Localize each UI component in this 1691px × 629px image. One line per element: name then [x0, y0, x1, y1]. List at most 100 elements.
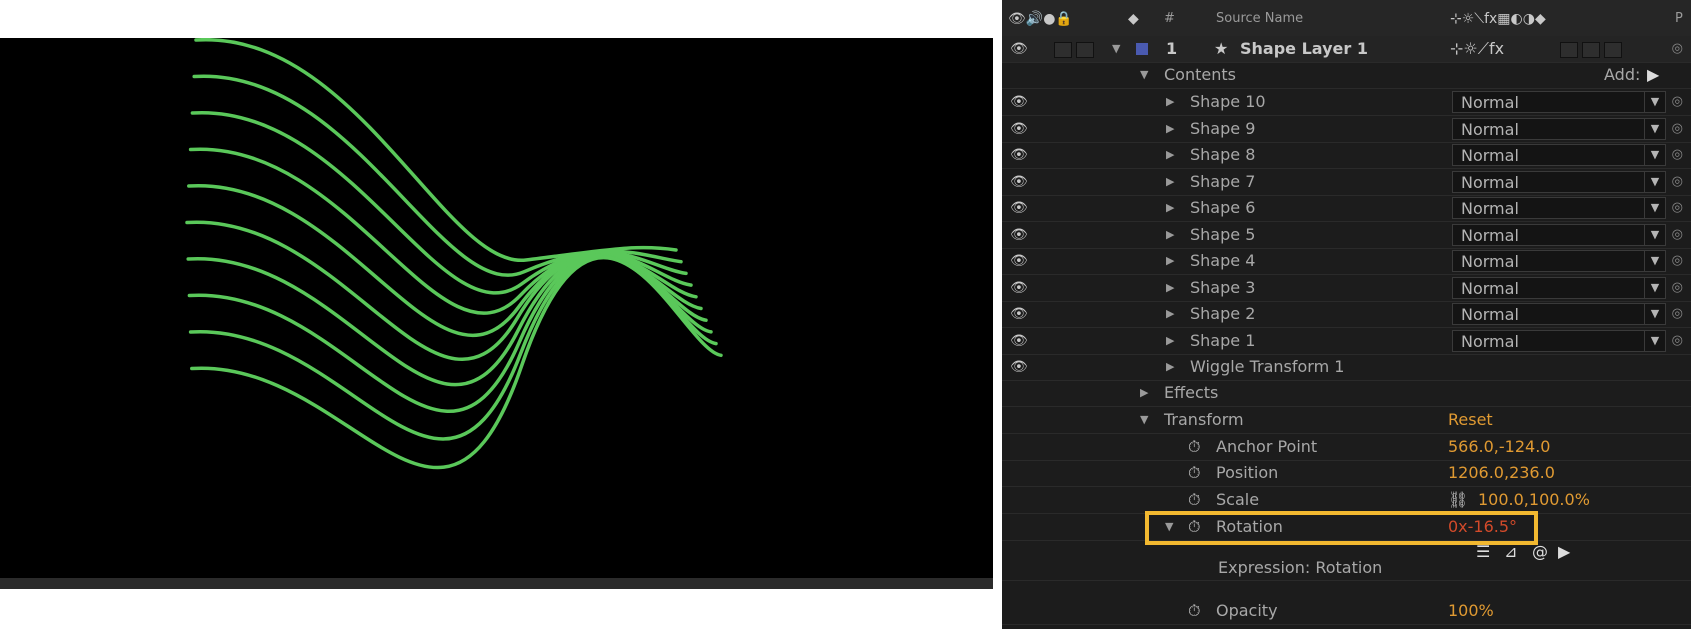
label-color-swatch[interactable] [1136, 43, 1148, 55]
viewer-scroll-bar[interactable] [0, 578, 993, 589]
shape-row[interactable]: 👁 ▶ Shape 2 Normal ▼ ◎ [1002, 301, 1691, 328]
chevron-down-icon[interactable]: ▼ [1644, 171, 1665, 192]
shape-row[interactable]: 👁 ▶ Shape 10 Normal ▼ ◎ [1002, 89, 1691, 116]
motion-blur-box[interactable] [1560, 42, 1578, 58]
blend-mode-select[interactable]: Normal ▼ [1452, 197, 1666, 219]
chevron-down-icon[interactable]: ▼ [1644, 118, 1665, 139]
chevron-right-icon[interactable]: ▶ [1166, 148, 1174, 161]
transform-row[interactable]: ▼ Transform Reset [1002, 407, 1691, 434]
shape-row[interactable]: 👁 ▶ Shape 3 Normal ▼ ◎ [1002, 275, 1691, 302]
eye-icon[interactable]: 👁 [1010, 200, 1028, 216]
eye-icon[interactable]: 👁 [1010, 94, 1028, 110]
blend-mode-select[interactable]: Normal ▼ [1452, 329, 1666, 352]
blend-mode-select[interactable]: Normal ▼ [1452, 170, 1666, 193]
parent-pick-icon[interactable]: ◎ [1672, 94, 1683, 109]
wiggle-row[interactable]: 👁 ▶ Wiggle Transform 1 [1002, 354, 1691, 381]
chevron-down-icon[interactable]: ▼ [1644, 198, 1665, 218]
shape-row[interactable]: 👁 ▶ Shape 9 Normal ▼ ◎ [1002, 116, 1691, 143]
stopwatch-icon[interactable]: ⏱ [1188, 601, 1200, 621]
chevron-right-icon[interactable]: ▶ [1140, 386, 1148, 399]
eye-icon[interactable]: 👁 [1010, 174, 1028, 190]
blend-mode-select[interactable]: Normal ▼ [1452, 144, 1666, 166]
stopwatch-icon[interactable]: ⏱ [1188, 490, 1200, 510]
chevron-right-icon[interactable]: ▶ [1166, 307, 1174, 320]
chevron-right-icon[interactable]: ▶ [1166, 201, 1174, 214]
eye-icon[interactable]: 👁 [1010, 280, 1028, 296]
shape-row[interactable]: 👁 ▶ Shape 7 Normal ▼ ◎ [1002, 169, 1691, 196]
blend-mode-select[interactable]: Normal ▼ [1452, 276, 1666, 299]
eye-icon[interactable]: 👁 [1010, 359, 1028, 375]
stopwatch-icon[interactable]: ⏱ [1188, 437, 1200, 457]
add-button[interactable]: ▶ [1647, 65, 1659, 84]
layer-row[interactable]: 👁 ▼ 1 ★ Shape Layer 1 ⊹☼⟋fx ◎ [1002, 36, 1691, 63]
eye-icon[interactable]: 👁 [1010, 253, 1028, 269]
eye-icon[interactable]: 👁 [1010, 227, 1028, 243]
chevron-right-icon[interactable]: ▶ [1166, 334, 1174, 347]
chevron-down-icon[interactable]: ▼ [1644, 92, 1665, 112]
chevron-right-icon[interactable]: ▶ [1166, 281, 1174, 294]
parent-pick-icon[interactable]: ◎ [1672, 147, 1683, 162]
parent-pick-icon[interactable]: ◎ [1672, 200, 1683, 215]
anchor-point-value[interactable]: 566.0,-124.0 [1448, 437, 1550, 456]
blend-mode-select[interactable]: Normal ▼ [1452, 117, 1666, 140]
shape-row[interactable]: 👁 ▶ Shape 8 Normal ▼ ◎ [1002, 142, 1691, 169]
stopwatch-icon[interactable]: ⏱ [1188, 463, 1200, 483]
chevron-down-icon[interactable]: ▼ [1140, 68, 1148, 81]
chevron-down-icon[interactable]: ▼ [1112, 42, 1120, 55]
3d-box[interactable] [1604, 42, 1622, 58]
effects-row[interactable]: ▶ Effects [1002, 380, 1691, 407]
blend-mode-select[interactable]: Normal ▼ [1452, 223, 1666, 246]
parent-pick-icon[interactable]: ◎ [1672, 121, 1683, 136]
eye-icon[interactable]: 👁 [1010, 121, 1028, 137]
eye-icon[interactable]: 👁 [1010, 333, 1028, 349]
position-row[interactable]: ⏱ Position 1206.0,236.0 [1002, 460, 1691, 487]
parent-pick-icon[interactable]: ◎ [1672, 306, 1683, 321]
expression-row[interactable]: Expression: Rotation ☰ ⊿ @ ▶ [1002, 540, 1691, 581]
blend-mode-select[interactable]: Normal ▼ [1452, 303, 1666, 325]
chevron-down-icon[interactable]: ▼ [1644, 330, 1665, 351]
position-value[interactable]: 1206.0,236.0 [1448, 463, 1555, 482]
chevron-right-icon[interactable]: ▶ [1166, 228, 1174, 241]
parent-pick-icon[interactable]: ◎ [1672, 333, 1683, 348]
chevron-down-icon[interactable]: ▼ [1644, 277, 1665, 298]
contents-row[interactable]: ▼ Contents Add: ▶ [1002, 62, 1691, 89]
blend-mode-select[interactable]: Normal ▼ [1452, 250, 1666, 272]
header-source-name[interactable]: Source Name [1216, 11, 1303, 26]
language-menu-icon[interactable]: ▶ [1558, 542, 1570, 561]
chevron-right-icon[interactable]: ▶ [1166, 360, 1174, 373]
blend-mode-select[interactable]: Normal ▼ [1452, 91, 1666, 113]
chevron-right-icon[interactable]: ▶ [1166, 254, 1174, 267]
scale-row[interactable]: ⏱ Scale ⛓ 100.0,100.0% [1002, 487, 1691, 514]
chevron-down-icon[interactable]: ▼ [1644, 251, 1665, 271]
parent-pick-icon[interactable]: ◎ [1672, 41, 1683, 56]
eye-icon[interactable]: 👁 [1010, 306, 1028, 322]
opacity-row[interactable]: ⏱ Opacity 100% [1002, 598, 1691, 625]
chevron-down-icon[interactable]: ▼ [1644, 224, 1665, 245]
scale-value[interactable]: 100.0,100.0% [1478, 490, 1590, 509]
link-icon[interactable]: ⛓ [1448, 490, 1468, 509]
shape-row[interactable]: 👁 ▶ Shape 1 Normal ▼ ◎ [1002, 328, 1691, 355]
reset-link[interactable]: Reset [1448, 410, 1493, 429]
lock-box[interactable] [1076, 42, 1094, 58]
parent-pick-icon[interactable]: ◎ [1672, 174, 1683, 189]
chevron-down-icon[interactable]: ▼ [1140, 413, 1148, 426]
solo-box[interactable] [1054, 42, 1072, 58]
chevron-down-icon[interactable]: ▼ [1644, 145, 1665, 165]
eye-icon[interactable]: 👁 [1010, 41, 1028, 57]
adjustment-box[interactable] [1582, 42, 1600, 58]
anchor-point-row[interactable]: ⏱ Anchor Point 566.0,-124.0 [1002, 434, 1691, 461]
chevron-right-icon[interactable]: ▶ [1166, 95, 1174, 108]
eye-icon[interactable]: 👁 [1010, 147, 1028, 163]
shape-row[interactable]: 👁 ▶ Shape 4 Normal ▼ ◎ [1002, 248, 1691, 275]
layer-name[interactable]: Shape Layer 1 [1240, 39, 1368, 58]
shape-row[interactable]: 👁 ▶ Shape 6 Normal ▼ ◎ [1002, 195, 1691, 222]
chevron-right-icon[interactable]: ▶ [1166, 175, 1174, 188]
shape-row[interactable]: 👁 ▶ Shape 5 Normal ▼ ◎ [1002, 222, 1691, 249]
layer-switches[interactable]: ⊹☼⟋fx [1450, 39, 1504, 59]
chevron-right-icon[interactable]: ▶ [1166, 122, 1174, 135]
chevron-down-icon[interactable]: ▼ [1644, 304, 1665, 324]
parent-pick-icon[interactable]: ◎ [1672, 227, 1683, 242]
opacity-value[interactable]: 100% [1448, 601, 1494, 620]
parent-pick-icon[interactable]: ◎ [1672, 253, 1683, 268]
parent-pick-icon[interactable]: ◎ [1672, 280, 1683, 295]
